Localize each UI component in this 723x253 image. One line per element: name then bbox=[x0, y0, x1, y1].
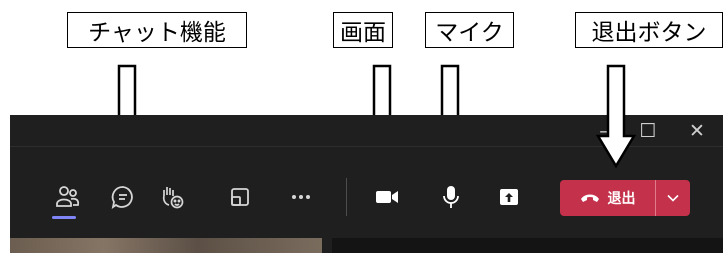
leave-button-label: 退出 bbox=[607, 191, 636, 207]
microphone-icon bbox=[443, 186, 459, 208]
people-icon bbox=[56, 186, 80, 207]
view-button[interactable] bbox=[225, 182, 255, 212]
screen-annotation-label: 画面 bbox=[333, 12, 393, 48]
chat-annotation-label: チャット機能 bbox=[67, 12, 247, 48]
leave-pointer-arrow bbox=[596, 64, 636, 168]
chat-button[interactable] bbox=[108, 182, 138, 212]
toolbar-separator bbox=[346, 178, 347, 216]
leave-button-group: 退出 bbox=[560, 180, 690, 216]
maximize-button[interactable]: ☐ bbox=[637, 120, 659, 142]
view-layout-icon bbox=[231, 188, 249, 206]
phone-hangup-icon bbox=[580, 194, 599, 202]
leave-options-dropdown[interactable] bbox=[656, 180, 690, 216]
more-options-icon bbox=[292, 195, 310, 199]
raise-hand-reaction-icon bbox=[162, 187, 184, 209]
meeting-stage-area bbox=[332, 238, 723, 253]
people-active-indicator bbox=[52, 216, 76, 219]
chevron-down-icon bbox=[667, 194, 679, 202]
camera-button[interactable] bbox=[372, 182, 402, 212]
chat-icon bbox=[111, 186, 133, 209]
more-options-button[interactable] bbox=[286, 182, 316, 212]
mic-annotation-label: マイク bbox=[425, 12, 514, 48]
close-button[interactable]: ✕ bbox=[686, 120, 708, 142]
camera-icon bbox=[376, 191, 398, 203]
react-button[interactable] bbox=[157, 182, 187, 212]
leave-annotation-label: 退出ボタン bbox=[575, 12, 723, 48]
leave-button[interactable]: 退出 bbox=[560, 180, 655, 216]
video-feed-thumbnail bbox=[10, 238, 322, 253]
microphone-button[interactable] bbox=[436, 182, 466, 212]
share-screen-button[interactable] bbox=[494, 182, 524, 212]
people-button[interactable] bbox=[52, 182, 82, 212]
share-screen-icon bbox=[500, 189, 518, 205]
